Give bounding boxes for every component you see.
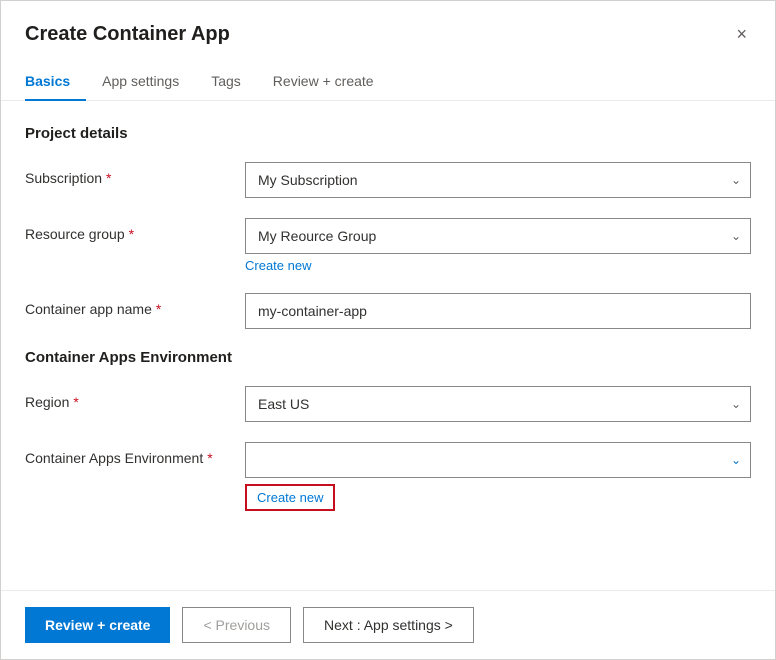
environment-create-new-link[interactable]: Create new	[245, 484, 335, 511]
environment-dropdown[interactable]	[245, 442, 751, 478]
previous-button[interactable]: < Previous	[182, 607, 291, 643]
resource-group-required: *	[129, 226, 134, 242]
container-app-name-control	[245, 293, 751, 329]
region-label: Region *	[25, 386, 245, 410]
container-app-name-input[interactable]	[245, 293, 751, 329]
tab-bar: Basics App settings Tags Review + create	[1, 63, 775, 101]
region-control: East USWest USCentral US ⌄	[245, 386, 751, 422]
container-app-name-label: Container app name *	[25, 293, 245, 317]
subscription-dropdown-wrapper: My Subscription ⌄	[245, 162, 751, 198]
tab-app-settings[interactable]: App settings	[86, 63, 195, 101]
resource-group-create-new-link[interactable]: Create new	[245, 258, 311, 273]
container-app-name-required: *	[156, 301, 161, 317]
container-apps-environment-section: Container Apps Environment Region * East…	[25, 349, 751, 511]
environment-row: Container Apps Environment * ⌄ Create ne…	[25, 442, 751, 511]
create-container-app-dialog: Create Container App × Basics App settin…	[0, 0, 776, 660]
close-button[interactable]: ×	[732, 21, 751, 47]
environment-dropdown-wrapper: ⌄	[245, 442, 751, 478]
region-dropdown[interactable]: East USWest USCentral US	[245, 386, 751, 422]
project-details-section: Project details Subscription * My Subscr…	[25, 125, 751, 329]
tab-tags[interactable]: Tags	[195, 63, 257, 101]
environment-control: ⌄ Create new	[245, 442, 751, 511]
environment-required: *	[207, 450, 212, 466]
tab-review-create[interactable]: Review + create	[257, 63, 390, 101]
container-apps-environment-title: Container Apps Environment	[25, 349, 751, 366]
region-row: Region * East USWest USCentral US ⌄	[25, 386, 751, 422]
dialog-header: Create Container App ×	[1, 1, 775, 47]
project-details-title: Project details	[25, 125, 751, 142]
subscription-control: My Subscription ⌄	[245, 162, 751, 198]
tab-basics[interactable]: Basics	[25, 63, 86, 101]
region-required: *	[73, 394, 78, 410]
dialog-content: Project details Subscription * My Subscr…	[1, 101, 775, 590]
next-button[interactable]: Next : App settings >	[303, 607, 474, 643]
resource-group-row: Resource group * My Reource Group ⌄ Crea…	[25, 218, 751, 273]
region-dropdown-wrapper: East USWest USCentral US ⌄	[245, 386, 751, 422]
resource-group-label: Resource group *	[25, 218, 245, 242]
resource-group-dropdown-wrapper: My Reource Group ⌄	[245, 218, 751, 254]
dialog-footer: Review + create < Previous Next : App se…	[1, 590, 775, 659]
resource-group-dropdown[interactable]: My Reource Group	[245, 218, 751, 254]
dialog-title: Create Container App	[25, 23, 230, 46]
resource-group-control: My Reource Group ⌄ Create new	[245, 218, 751, 273]
subscription-row: Subscription * My Subscription ⌄	[25, 162, 751, 198]
subscription-required: *	[106, 170, 111, 186]
review-create-button[interactable]: Review + create	[25, 607, 170, 643]
subscription-label: Subscription *	[25, 162, 245, 186]
subscription-dropdown[interactable]: My Subscription	[245, 162, 751, 198]
environment-label: Container Apps Environment *	[25, 442, 245, 466]
container-app-name-row: Container app name *	[25, 293, 751, 329]
